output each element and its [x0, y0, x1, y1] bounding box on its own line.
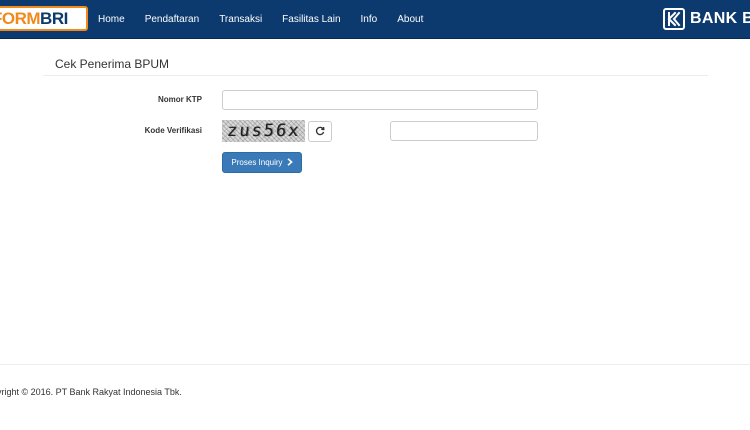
title-divider — [43, 75, 708, 76]
bri-logo-icon — [663, 8, 685, 30]
nav-item-about[interactable]: About — [397, 14, 423, 25]
captcha-image: zus56x — [222, 120, 305, 142]
footer-copyright: pyright © 2016. PT Bank Rakyat Indonesia… — [0, 387, 182, 397]
captcha-input[interactable] — [390, 121, 538, 141]
nav-item-pendaftaran[interactable]: Pendaftaran — [145, 14, 200, 25]
chevron-right-icon — [287, 157, 293, 168]
captcha-text: zus56x — [225, 121, 302, 141]
refresh-icon — [315, 123, 325, 141]
nav-item-home[interactable]: Home — [98, 14, 125, 25]
verification-label: Kode Verifikasi — [144, 126, 202, 135]
brand-bri-text: BRI — [40, 8, 68, 28]
nav-menu: Home Pendaftaran Transaksi Fasilitas Lai… — [98, 0, 443, 39]
ktp-label: Nomor KTP — [158, 95, 202, 104]
submit-label: Proses Inquiry — [231, 158, 283, 167]
captcha-refresh-button[interactable] — [308, 121, 332, 142]
ktp-input[interactable] — [222, 90, 538, 110]
brand-form-text: FORM — [0, 8, 41, 28]
bank-bri-logo: BANK B — [663, 7, 750, 31]
nav-item-info[interactable]: Info — [361, 14, 378, 25]
top-navbar: FORMBRI Home Pendaftaran Transaksi Fasil… — [0, 0, 750, 39]
proses-inquiry-button[interactable]: Proses Inquiry — [222, 152, 302, 173]
nav-item-fasilitas-lain[interactable]: Fasilitas Lain — [282, 14, 340, 25]
formbri-logo[interactable]: FORMBRI — [0, 6, 88, 31]
bank-logo-text: BANK B — [690, 10, 750, 27]
nav-item-transaksi[interactable]: Transaksi — [219, 14, 262, 25]
page-title: Cek Penerima BPUM — [55, 57, 170, 71]
footer-divider — [0, 364, 750, 365]
